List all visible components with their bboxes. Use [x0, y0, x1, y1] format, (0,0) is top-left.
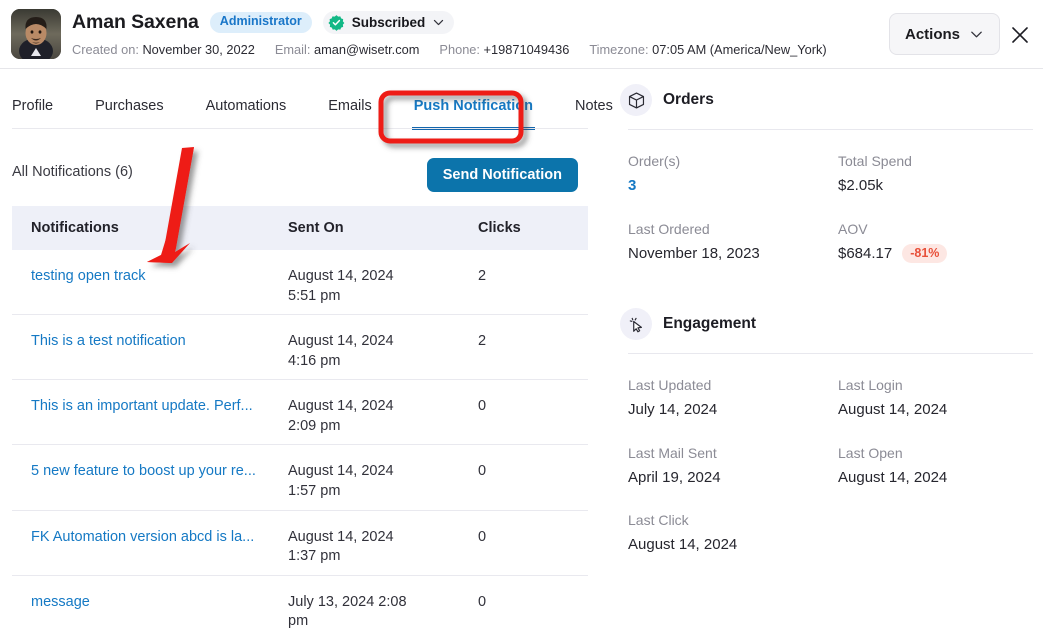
actions-button-label: Actions	[904, 25, 960, 43]
tab-bar: Profile Purchases Automations Emails Pus…	[0, 69, 613, 138]
tab-list: Profile Purchases Automations Emails Pus…	[12, 98, 634, 130]
contact-header: Aman Saxena Administrator Subscribed Cre…	[0, 0, 1043, 69]
notification-clicks: 0	[478, 398, 487, 415]
table-row: This is a test notification August 14, 2…	[12, 315, 588, 381]
engagement-section: Engagement Last Updated July 14, 2024 La…	[620, 308, 1043, 557]
role-badge: Administrator	[209, 12, 312, 33]
field-last-mail-sent: Last Mail Sent April 19, 2024	[628, 444, 721, 486]
identity-row: Aman Saxena Administrator Subscribed	[72, 11, 455, 34]
notification-sent-on: August 14, 2024 1:57 pm	[288, 463, 394, 499]
notification-title-link[interactable]: message	[31, 594, 90, 610]
table-row: FK Automation version abcd is la... Augu…	[12, 511, 588, 576]
column-header-sent-on: Sent On	[288, 220, 344, 236]
list-toolbar: All Notifications (6) Send Notification	[12, 158, 588, 192]
notification-sent-on: August 14, 2024 1:37 pm	[288, 528, 394, 565]
package-box-icon	[620, 84, 652, 116]
notifications-table: Notifications Sent On Clicks testing ope…	[12, 206, 588, 640]
actions-button[interactable]: Actions	[888, 13, 1000, 55]
field-last-open: Last Open August 14, 2024	[838, 444, 948, 486]
notification-title-link[interactable]: FK Automation version abcd is la...	[31, 529, 254, 545]
close-button[interactable]	[1005, 20, 1035, 50]
notification-sent-on: August 14, 2024 5:51 pm	[288, 268, 394, 304]
orders-section-header: Orders	[620, 84, 1043, 116]
summary-sidebar: Orders Order(s) 3 Total Spend $2.05k Las…	[620, 84, 1043, 640]
meta-phone: Phone: +19871049436	[439, 42, 570, 57]
page-title: Aman Saxena	[72, 11, 199, 33]
field-last-updated: Last Updated July 14, 2024	[628, 377, 718, 418]
chevron-down-icon	[434, 19, 444, 26]
notification-title-link[interactable]: This is an important update. Perf...	[31, 398, 253, 414]
field-aov: AOV $684.17 -81%	[838, 219, 1043, 266]
tab-profile[interactable]: Profile	[12, 98, 74, 130]
column-header-clicks: Clicks	[478, 220, 521, 236]
notification-sent-on: August 14, 2024 4:16 pm	[288, 333, 394, 369]
notification-count-label: All Notifications (6)	[12, 164, 133, 180]
notification-clicks: 0	[478, 528, 487, 545]
notification-clicks: 0	[478, 593, 487, 610]
tab-divider	[12, 128, 588, 129]
close-icon	[1012, 27, 1028, 43]
subscription-status-dropdown[interactable]: Subscribed	[322, 11, 455, 34]
meta-timezone: Timezone: 07:05 AM (America/New_York)	[589, 42, 827, 57]
field-last-ordered: Last Ordered November 18, 2023	[628, 220, 760, 262]
section-divider	[628, 129, 1033, 130]
orders-section-title: Orders	[663, 91, 714, 108]
notification-clicks: 0	[478, 463, 487, 480]
avatar	[11, 9, 61, 59]
click-cursor-icon	[620, 308, 652, 340]
orders-fields: Order(s) 3 Total Spend $2.05k Last Order…	[620, 151, 1043, 265]
notification-sent-on: July 13, 2024 2:08 pm	[288, 593, 407, 630]
push-notifications-panel: All Notifications (6) Send Notification …	[0, 138, 600, 640]
table-row: message July 13, 2024 2:08 pm 0	[12, 576, 588, 640]
table-row: testing open track August 14, 2024 5:51 …	[12, 250, 588, 316]
engagement-fields: Last Updated July 14, 2024 Last Login Au…	[620, 375, 1043, 557]
orders-section: Orders Order(s) 3 Total Spend $2.05k Las…	[620, 84, 1043, 265]
meta-created: Created on: November 30, 2022	[72, 42, 255, 57]
engagement-section-header: Engagement	[620, 308, 1043, 340]
engagement-section-title: Engagement	[663, 315, 757, 332]
tab-purchases[interactable]: Purchases	[74, 98, 185, 130]
meta-email: Email: aman@wisetr.com	[274, 42, 420, 57]
field-last-login: Last Login August 14, 2024	[838, 377, 948, 418]
notification-title-link[interactable]: This is a test notification	[31, 333, 186, 349]
field-total-spend: Total Spend $2.05k	[838, 153, 912, 194]
tab-emails[interactable]: Emails	[307, 98, 393, 130]
field-orders-count: Order(s) 3	[628, 151, 838, 198]
table-row: This is an important update. Perf... Aug…	[12, 380, 588, 446]
chevron-down-icon	[971, 31, 982, 37]
section-divider	[628, 353, 1033, 354]
tab-push-notification[interactable]: Push Notification	[393, 98, 554, 130]
tab-automations[interactable]: Automations	[185, 98, 308, 130]
verified-check-icon	[328, 15, 345, 31]
notification-title-link[interactable]: testing open track	[31, 268, 145, 284]
notification-clicks: 2	[478, 268, 487, 284]
field-last-click: Last Click August 14, 2024	[628, 512, 738, 553]
send-notification-button[interactable]: Send Notification	[426, 158, 578, 192]
table-header-row: Notifications Sent On Clicks	[12, 206, 588, 250]
notification-title-link[interactable]: 5 new feature to boost up your re...	[31, 463, 256, 479]
table-row: 5 new feature to boost up your re... Aug…	[12, 445, 588, 511]
notification-sent-on: August 14, 2024 2:09 pm	[288, 398, 394, 434]
user-avatar-photo	[11, 9, 61, 59]
column-header-notifications: Notifications	[31, 220, 119, 236]
notification-clicks: 2	[478, 333, 487, 350]
status-badge: Subscribed	[351, 15, 426, 30]
contact-meta: Created on: November 30, 2022 Email: ama…	[72, 42, 827, 57]
orders-count-value[interactable]: 3	[628, 175, 838, 198]
aov-change-badge: -81%	[902, 244, 948, 264]
contact-detail-panel: Aman Saxena Administrator Subscribed Cre…	[0, 0, 1043, 640]
